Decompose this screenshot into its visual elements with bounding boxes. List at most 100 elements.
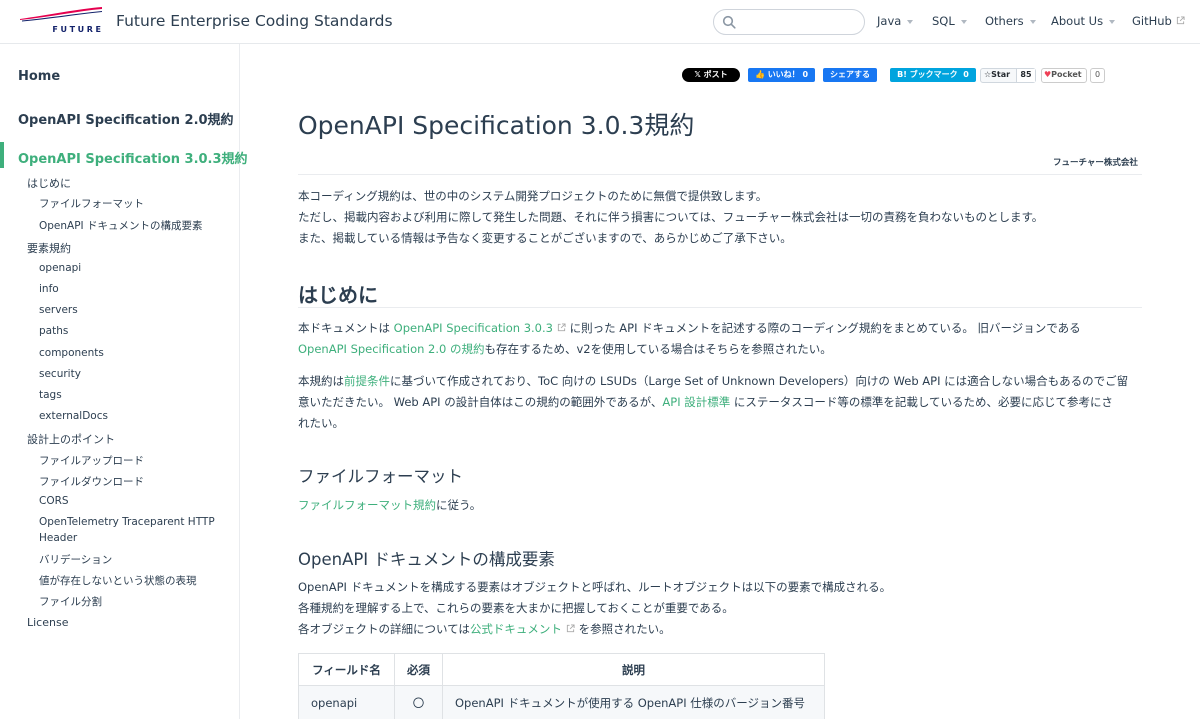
text: 本ドキュメントは [298, 321, 394, 335]
sidebar-item-file-download[interactable]: ファイルダウンロード [39, 474, 144, 489]
elements-line: 各オブジェクトの詳細については公式ドキュメント を参照されたい。 [298, 619, 1144, 640]
intro-line: 本ドキュメントは OpenAPI Specification 3.0.3 に則っ… [298, 318, 1144, 339]
file-format-paragraph: ファイルフォーマット規約に従う。 [298, 495, 1144, 516]
table-header-required: 必須 [394, 653, 443, 686]
facebook-like-button[interactable]: 👍 いいね！ 0 [748, 68, 815, 82]
elements-paragraph: OpenAPI ドキュメントを構成する要素はオブジェクトと呼ばれ、ルートオブジェ… [298, 577, 1144, 640]
sidebar-item-element-rules[interactable]: 要素規約 [27, 240, 71, 256]
nav-github-label: GitHub [1132, 14, 1172, 28]
table-header-description: 説明 [442, 653, 825, 686]
future-logo[interactable]: FUTURE [18, 6, 104, 38]
nav-others[interactable]: Others [985, 14, 1036, 28]
sidebar-item-validation[interactable]: バリデーション [39, 552, 112, 567]
top-navbar: FUTURE Future Enterprise Coding Standard… [0, 0, 1200, 44]
nav-sql-label: SQL [932, 14, 955, 28]
prerequisites-link[interactable]: 前提条件 [344, 374, 390, 388]
fb-like-count: 0 [802, 70, 809, 79]
text: に則った API ドキュメントを記述する際のコーディング規約をまとめている。 旧… [565, 321, 1081, 335]
sidebar-item-components[interactable]: components [39, 347, 104, 359]
sidebar-item-opentelemetry[interactable]: OpenTelemetry Traceparent HTTP Header [39, 515, 219, 546]
sidebar-item-externaldocs[interactable]: externalDocs [39, 410, 108, 422]
hatena-label: ブックマーク [909, 70, 958, 79]
search-box[interactable] [713, 9, 865, 35]
intro-line: OpenAPI Specification 2.0 の規約も存在するため、v2を… [298, 339, 1144, 360]
external-link-icon [566, 624, 575, 633]
intro-paragraph-2: 本規約は前提条件に基づいて作成されており、ToC 向けの LSUDs（Large… [298, 371, 1144, 434]
intro-line: 意いただきたい。 Web API の設計自体はこの規約の範囲外であるが、API … [298, 392, 1144, 413]
nav-others-label: Others [985, 14, 1024, 28]
table-cell-description: OpenAPI ドキュメントが使用する OpenAPI 仕様のバージョン番号 [442, 685, 825, 719]
root-object-table: フィールド名 必須 説明 openapi 〇 OpenAPI ドキュメントが使用… [298, 653, 825, 719]
sidebar-item-openapi-2[interactable]: OpenAPI Specification 2.0規約 [18, 109, 234, 128]
github-star-button[interactable]: ☆Star 85 [980, 68, 1036, 83]
heading-hajimeni: はじめに [298, 283, 378, 307]
disclaimer-line: ただし、掲載内容および利用に際して発生した問題、それに伴う損害については、フュー… [298, 210, 1044, 224]
intro-line: れたい。 [298, 416, 344, 430]
sidebar-item-file-split[interactable]: ファイル分割 [39, 594, 102, 609]
sidebar-item-security[interactable]: security [39, 368, 81, 380]
openapi-2-rules-link[interactable]: OpenAPI Specification 2.0 の規約 [298, 342, 485, 356]
text: を参照されたい。 [574, 622, 671, 636]
star-label: Star [991, 70, 1011, 79]
official-docs-link[interactable]: 公式ドキュメント [470, 622, 562, 636]
api-design-standard-link[interactable]: API 設計標準 [662, 395, 730, 409]
nav-java[interactable]: Java [877, 14, 914, 28]
site-title[interactable]: Future Enterprise Coding Standards [116, 12, 393, 30]
pocket-button[interactable]: ♥Pocket [1041, 68, 1087, 83]
sidebar-item-design-points[interactable]: 設計上のポイント [27, 431, 115, 447]
hatena-icon: B! [897, 70, 910, 79]
x-post-label: ポスト [703, 70, 728, 79]
elements-line: 各種規約を理解する上で、これらの要素を大まかに把握しておくことが重要である。 [298, 601, 734, 615]
caret-down-icon [907, 20, 914, 24]
sidebar-item-openapi[interactable]: openapi [39, 262, 81, 274]
hatena-count: 0 [963, 70, 969, 79]
sidebar-item-hajimeni[interactable]: はじめに [27, 175, 71, 191]
sidebar-item-document-elements[interactable]: OpenAPI ドキュメントの構成要素 [39, 218, 203, 233]
sidebar-item-info[interactable]: info [39, 283, 59, 295]
disclaimer-line: また、掲載している情報は予告なく変更することがございますので、あらかじめご了承下… [298, 231, 792, 245]
sidebar-item-paths[interactable]: paths [39, 325, 68, 337]
fb-like-label: いいね！ [767, 70, 800, 79]
table-cell-field: openapi [298, 685, 395, 719]
facebook-share-button[interactable]: シェアする [823, 68, 877, 82]
heading-divider [298, 307, 1142, 308]
text: 各オブジェクトの詳細については [298, 622, 470, 636]
disclaimer-line: 本コーディング規約は、世の中のシステム開発プロジェクトのために無償で提供致します… [298, 189, 768, 203]
sidebar-item-file-format[interactable]: ファイルフォーマット [39, 196, 144, 211]
pocket-label: Pocket [1051, 70, 1082, 79]
file-format-rules-link[interactable]: ファイルフォーマット規約 [298, 498, 436, 512]
sidebar-active-indicator [0, 142, 4, 168]
heading-file-format: ファイルフォーマット [298, 467, 463, 486]
caret-down-icon [1109, 20, 1116, 24]
text: も存在するため、v2を使用している場合はそちらを参照されたい。 [484, 342, 832, 356]
sidebar-item-servers[interactable]: servers [39, 304, 78, 316]
elements-line: OpenAPI ドキュメントを構成する要素はオブジェクトと呼ばれ、ルートオブジェ… [298, 580, 892, 594]
text: にステータスコード等の標準を記載しているため、必要に応じて参考にさ [730, 395, 1113, 409]
table-header-field: フィールド名 [298, 653, 395, 686]
sidebar-item-license[interactable]: License [27, 616, 68, 629]
text: に従う。 [436, 498, 482, 512]
nav-about-us[interactable]: About Us [1051, 14, 1116, 28]
external-link-icon [1176, 16, 1185, 25]
sidebar-item-cors[interactable]: CORS [39, 495, 69, 507]
text: に基づいて作成されており、ToC 向けの LSUDs（Large Set of … [390, 374, 1129, 388]
table-cell-required: 〇 [394, 685, 443, 719]
sidebar-item-tags[interactable]: tags [39, 389, 62, 401]
text: 本規約は [298, 374, 344, 388]
hatena-bookmark-button[interactable]: B! ブックマーク 0 [890, 68, 976, 82]
sidebar-item-absent-value[interactable]: 値が存在しないという状態の表現 [39, 573, 197, 588]
nav-about-us-label: About Us [1051, 14, 1104, 28]
pocket-count: 0 [1090, 68, 1105, 83]
disclaimer-paragraph: 本コーディング規約は、世の中のシステム開発プロジェクトのために無償で提供致します… [298, 186, 1144, 249]
sidebar-item-home[interactable]: Home [18, 69, 60, 84]
intro-paragraph-1: 本ドキュメントは OpenAPI Specification 3.0.3 に則っ… [298, 318, 1144, 360]
logo-text: FUTURE [52, 25, 104, 34]
openapi-spec-link[interactable]: OpenAPI Specification 3.0.3 [394, 321, 553, 335]
heading-document-elements: OpenAPI ドキュメントの構成要素 [298, 550, 555, 569]
sidebar-item-openapi-3[interactable]: OpenAPI Specification 3.0.3規約 [18, 148, 248, 167]
nav-sql[interactable]: SQL [932, 14, 967, 28]
nav-github[interactable]: GitHub [1132, 14, 1185, 28]
search-input[interactable] [740, 13, 858, 31]
x-post-button[interactable]: 𝕏 ポスト [682, 68, 740, 82]
sidebar-item-file-upload[interactable]: ファイルアップロード [39, 453, 144, 468]
